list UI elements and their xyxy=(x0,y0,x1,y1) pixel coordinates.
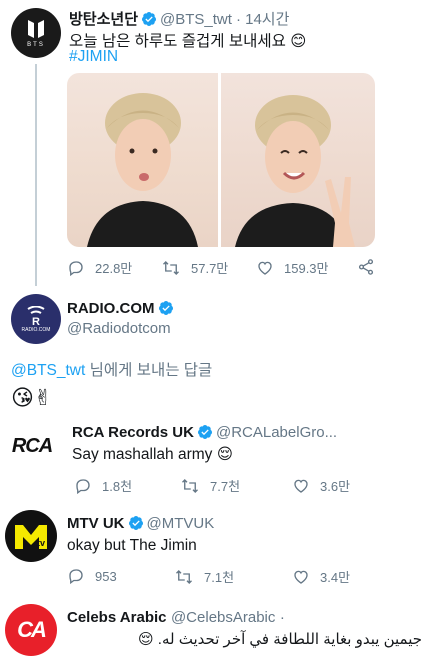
tweet3-like-button[interactable]: 3.6만 xyxy=(292,476,350,495)
tweet1-header: 방탄소년단 @BTS_twt · 14시간 xyxy=(69,8,289,29)
tweet1-like-button[interactable]: 159.3만 xyxy=(256,258,329,277)
tweet5-name[interactable]: Celebs Arabic xyxy=(67,609,167,626)
tweet4-handle[interactable]: @MTVUK xyxy=(147,515,215,532)
bts-avatar[interactable]: BTS xyxy=(11,8,61,58)
tweet4-name[interactable]: MTV UK xyxy=(67,515,125,532)
tweet5-handle[interactable]: @CelebsArabic xyxy=(171,609,275,626)
retweet-icon xyxy=(182,478,198,493)
rca-avatar[interactable]: RCA xyxy=(5,419,59,473)
retweet-icon xyxy=(176,569,192,584)
svg-text:R: R xyxy=(32,316,40,326)
jimin-kiss-photo xyxy=(87,93,198,247)
reply-icon xyxy=(69,569,83,585)
verified-badge-icon xyxy=(158,301,173,315)
reply-to-link[interactable]: @BTS_twt xyxy=(11,362,85,379)
tweet2-name-row: RADIO.COM xyxy=(67,300,177,318)
tweet5-dot: · xyxy=(279,609,285,626)
tweet4-like-count: 3.4만 xyxy=(320,570,351,585)
tweet2-handle[interactable]: @Radiodotcom xyxy=(67,320,171,337)
reply-icon xyxy=(69,260,83,276)
celebs-avatar[interactable]: CA xyxy=(5,604,57,656)
tweet3-text: Say mashallah army 😌 xyxy=(72,446,233,463)
tweet5-text: جيمين يبدو بغاية اللطافة في آخر تحديث له… xyxy=(137,631,422,648)
tweet5-header: Celebs Arabic @CelebsArabic · xyxy=(67,609,285,627)
svg-text:tv: tv xyxy=(37,538,45,548)
tweet3-reply-button[interactable]: 1.8천 xyxy=(74,476,132,495)
tweet1-retweet-count: 57.7만 xyxy=(191,261,229,276)
tweet3-retweet-button[interactable]: 7.7천 xyxy=(180,476,240,495)
tweet1-time: · 14시간 xyxy=(235,11,290,28)
jimin-peace-photo xyxy=(235,95,355,247)
heart-icon xyxy=(294,570,308,584)
tweet1-reply-count: 22.8만 xyxy=(95,261,133,276)
verified-badge-icon xyxy=(128,516,143,530)
tweet2-reply-context: @BTS_twt 님에게 보내는 답글 xyxy=(11,358,212,380)
tweet3-like-count: 3.6만 xyxy=(320,479,351,494)
share-icon xyxy=(358,259,374,275)
retweet-icon xyxy=(163,260,179,275)
tweet2-name[interactable]: RADIO.COM xyxy=(67,300,155,317)
tweet-photo-right[interactable] xyxy=(221,73,375,247)
verified-badge-icon xyxy=(142,12,157,26)
tweet3-reply-count: 1.8천 xyxy=(102,479,133,494)
tweet4-like-button[interactable]: 3.4만 xyxy=(292,567,350,586)
tweet4-reply-count: 953 xyxy=(95,568,117,584)
tweet4-header: MTV UK @MTVUK xyxy=(67,515,214,533)
rca-avatar-text: RCA xyxy=(11,434,53,457)
verified-badge-icon xyxy=(197,425,212,439)
tweet1-share-button[interactable] xyxy=(357,258,385,276)
thread-line xyxy=(35,64,37,286)
tweet3-name[interactable]: RCA Records UK xyxy=(72,424,194,441)
reply-to-suffix: 님에게 보내는 답글 xyxy=(85,362,213,379)
tweet1-retweet-button[interactable]: 57.7만 xyxy=(161,258,228,277)
tweet4-text: okay but The Jimin xyxy=(67,537,197,554)
tweet3-handle[interactable]: @RCALabelGro... xyxy=(216,424,337,441)
mtv-avatar[interactable]: tv xyxy=(5,510,57,562)
bts-avatar-text: BTS xyxy=(27,42,45,48)
tweet4-retweet-button[interactable]: 7.1천 xyxy=(174,567,234,586)
tweet3-retweet-count: 7.7천 xyxy=(210,479,241,494)
celebs-avatar-text: CA xyxy=(17,617,47,642)
heart-icon xyxy=(258,261,272,275)
radio-logo-icon: R xyxy=(27,305,45,326)
tweet1-like-count: 159.3만 xyxy=(284,261,329,276)
reply-icon xyxy=(76,478,90,494)
radio-avatar[interactable]: R RADIO.COM xyxy=(11,294,61,344)
tweet-photo-left[interactable] xyxy=(67,73,218,247)
heart-icon xyxy=(294,479,308,493)
tweet3-header: RCA Records UK @RCALabelGro... xyxy=(72,424,337,442)
tweet2-text: 😘✌ xyxy=(11,385,53,410)
radio-avatar-text: RADIO.COM xyxy=(21,326,51,333)
tweet1-handle[interactable]: @BTS_twt xyxy=(160,11,232,28)
tweet1-hashtag[interactable]: #JIMIN xyxy=(69,48,118,66)
tweet1-reply-button[interactable]: 22.8만 xyxy=(67,258,132,277)
tweet1-name[interactable]: 방탄소년단 xyxy=(69,11,138,28)
mtv-logo-icon: tv xyxy=(15,525,47,549)
tweet4-reply-button[interactable]: 953 xyxy=(67,567,117,585)
bts-logo-icon xyxy=(28,20,44,38)
tweet4-retweet-count: 7.1천 xyxy=(204,570,235,585)
